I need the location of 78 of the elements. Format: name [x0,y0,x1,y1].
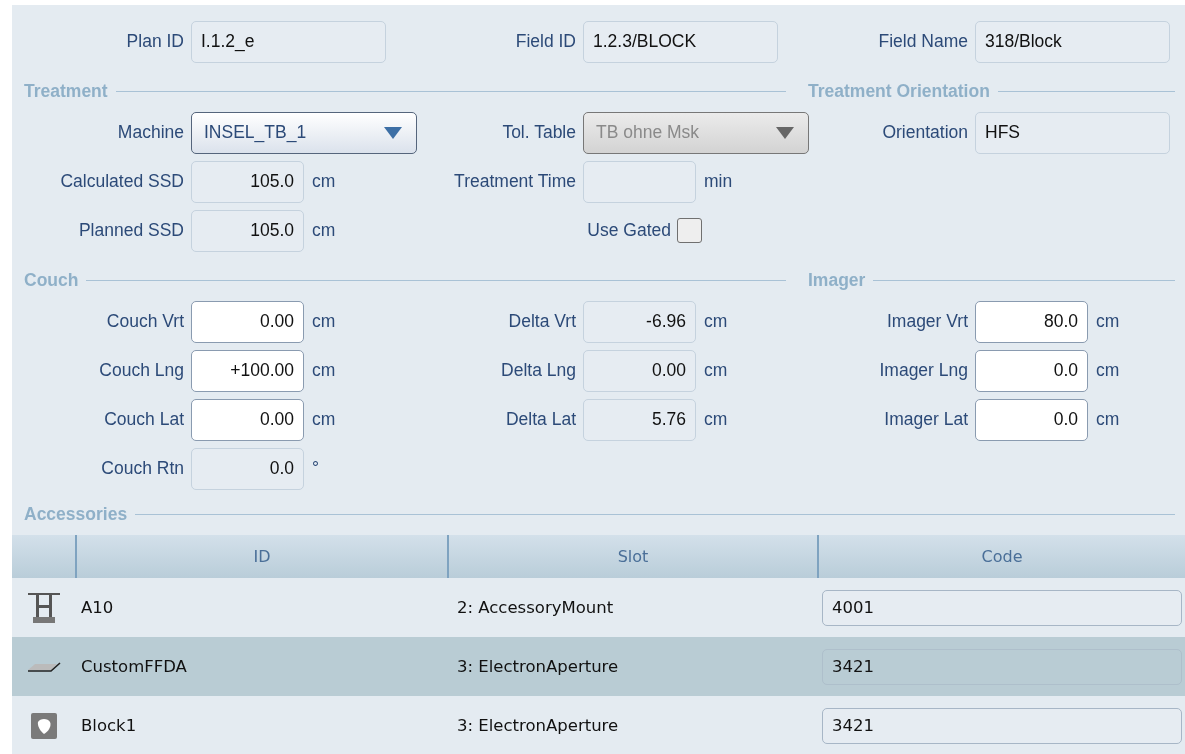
unit-label: ° [312,458,319,479]
code-field[interactable]: 4001 [822,589,1182,626]
unit-label: cm [704,360,728,381]
unit-label: cm [312,360,336,381]
checkbox[interactable] [677,218,702,243]
field-label: Couch Rtn [100,458,184,479]
number-field[interactable]: 0.00 [583,349,696,392]
field-label: Couch Vrt [105,311,184,332]
unit-label: cm [312,171,336,192]
number-field[interactable]: 0.0 [975,349,1088,392]
field-label: Orientation [881,122,968,143]
number-field[interactable]: 0.00 [191,300,304,343]
number-field[interactable]: 0.00 [191,398,304,441]
section-title: Imager [808,269,866,291]
unit-label: cm [704,409,728,430]
unit-label: cm [1096,360,1120,381]
field-label: Delta Lng [500,360,576,381]
unit-label: min [704,171,733,192]
number-field[interactable]: 105.0 [191,160,304,203]
block-icon [30,712,57,739]
field-label: Plan ID [125,31,184,52]
field-label: Couch Lng [98,360,184,381]
field-label: Tol. Table [501,122,576,143]
field-label: Delta Lat [504,409,576,430]
code-field[interactable]: 3421 [822,648,1182,685]
number-field[interactable]: 105.0 [191,209,304,252]
stand-icon [26,591,61,624]
unit-label: cm [312,409,336,430]
number-field[interactable]: 80.0 [975,300,1088,343]
field-label: Delta Vrt [507,311,576,332]
table-cell-text: 3: ElectronAperture [456,715,620,737]
number-field[interactable] [583,160,696,203]
column-header[interactable]: Code [817,535,1185,578]
section-title: Treatment [24,80,108,102]
column-header[interactable]: Slot [447,535,817,578]
number-field[interactable]: -6.96 [583,300,696,343]
table-row[interactable]: CustomFFDA 3: ElectronAperture 3421 [12,637,1185,696]
table-cell-text: 2: AccessoryMount [456,597,615,619]
field-label: Field ID [514,31,576,52]
caret-icon [776,126,794,139]
table-cell-text: A10 [80,597,115,619]
table-row[interactable]: A10 2: AccessoryMount 4001 [12,578,1185,637]
number-field[interactable]: 0.0 [191,447,304,490]
unit-label: cm [312,311,336,332]
unit-label: cm [1096,409,1120,430]
field-label: Use Gated [587,220,671,241]
caret-icon [384,126,402,139]
text-field[interactable]: 1.2.3/BLOCK [583,20,778,63]
plate-icon [26,659,61,674]
field-label: Machine [116,122,184,143]
table-row[interactable]: Block1 3: ElectronAperture 3421 [12,696,1185,754]
unit-label: cm [312,220,336,241]
section-title: Couch [24,269,79,291]
section-title: Treatment Orientation [808,80,990,102]
field-label: Imager Vrt [885,311,968,332]
text-field[interactable]: I.1.2_e [191,20,386,63]
column-header[interactable]: ID [75,535,447,578]
unit-label: cm [1096,311,1120,332]
section-title: Accessories [24,503,128,525]
number-field[interactable]: +100.00 [191,349,304,392]
field-label: Imager Lat [883,409,968,430]
field-label: Field Name [877,31,968,52]
text-field[interactable]: 318/Block [975,20,1170,63]
field-label: Imager Lng [878,360,968,381]
field-label: Calculated SSD [59,171,184,192]
table-cell-text: Block1 [80,715,138,737]
table-header [12,535,75,578]
unit-label: cm [704,311,728,332]
field-label: Treatment Time [453,171,576,192]
field-label: Planned SSD [77,220,184,241]
text-field[interactable]: HFS [975,111,1170,154]
number-field[interactable]: 0.0 [975,398,1088,441]
code-field[interactable]: 3421 [822,707,1182,744]
table-cell-text: CustomFFDA [80,656,188,678]
number-field[interactable]: 5.76 [583,398,696,441]
field-label: Couch Lat [103,409,184,430]
dropdown[interactable]: INSEL_TB_1 [191,111,417,154]
table-cell-text: 3: ElectronAperture [456,656,620,678]
